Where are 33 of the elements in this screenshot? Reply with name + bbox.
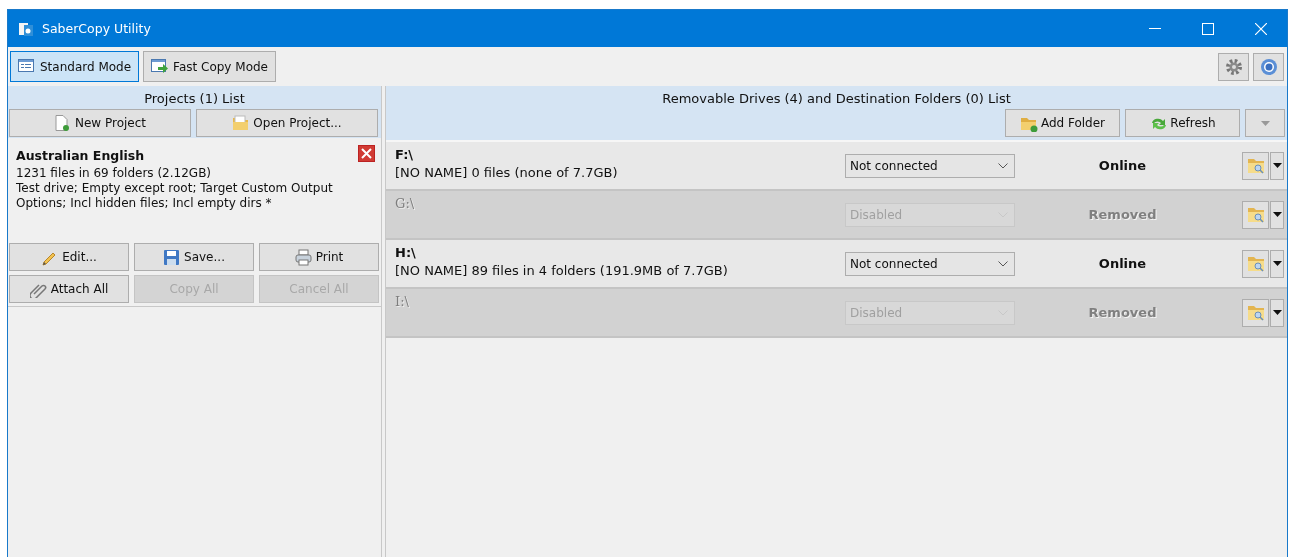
drive-row[interactable]: H:\ [NO NAME] 89 files in 4 folders (191.9MB of 7.7GB) Not connected Online [386,240,1287,289]
project-options: Test drive; Empty except root; Target Custom Output Options; Incl hidden files; Incl empty dirs * [16,181,373,211]
mode-button[interactable]: Standard Mode [10,51,140,82]
panel-title: Projects (1) List [143,90,246,108]
toolbar-button[interactable]: Refresh [1125,109,1240,137]
mode-dropdown[interactable]: Not connected [845,153,1015,178]
project-card[interactable]: Australian English 1231 files in 69 folders (2.12GB) Test drive; Empty except root; Target Custom Output Options; Incl hidden files; Incl empty dirs * [8,138,381,243]
toolbar-button[interactable]: Add Folder [1005,109,1120,137]
drive-path: F:\ [395,147,415,162]
drive-status: Online [1097,256,1148,271]
drive-path: G:\ [395,196,416,211]
drive-status: Removed [1087,305,1158,320]
mode-dropdown[interactable]: Not connected [845,251,1015,276]
project-summary: 1231 files in 69 folders (2.12GB) [16,166,213,181]
drive-row[interactable]: F:\ [NO NAME] 0 files (none of 7.7GB) Not connected Online [386,142,1287,191]
panel-title: Removable Drives (4) and Destination Folders (0) List [661,90,1012,108]
project-button[interactable]: New Project [9,109,191,137]
mode-button[interactable]: Fast Copy Mode [143,51,276,82]
window-title: SaberCopy Utility [42,21,151,36]
project-button[interactable]: Open Project... [196,109,378,137]
action-button[interactable]: Attach All [9,275,129,303]
mode-dropdown: Disabled [845,202,1015,227]
action-button[interactable]: Save... [134,243,254,271]
project-name: Australian English [16,148,146,163]
drive-path: I:\ [395,294,410,309]
drive-description: [NO NAME] 89 files in 4 folders (191.9MB of 7.7GB) [395,263,729,278]
drive-description: [NO NAME] 0 files (none of 7.7GB) [395,165,619,180]
action-button[interactable]: Edit... [9,243,129,271]
action-button[interactable]: Print [259,243,379,271]
drive-status: Online [1097,158,1148,173]
drive-path: H:\ [395,245,417,260]
mode-dropdown: Disabled [845,300,1015,325]
drive-status: Removed [1087,207,1158,222]
